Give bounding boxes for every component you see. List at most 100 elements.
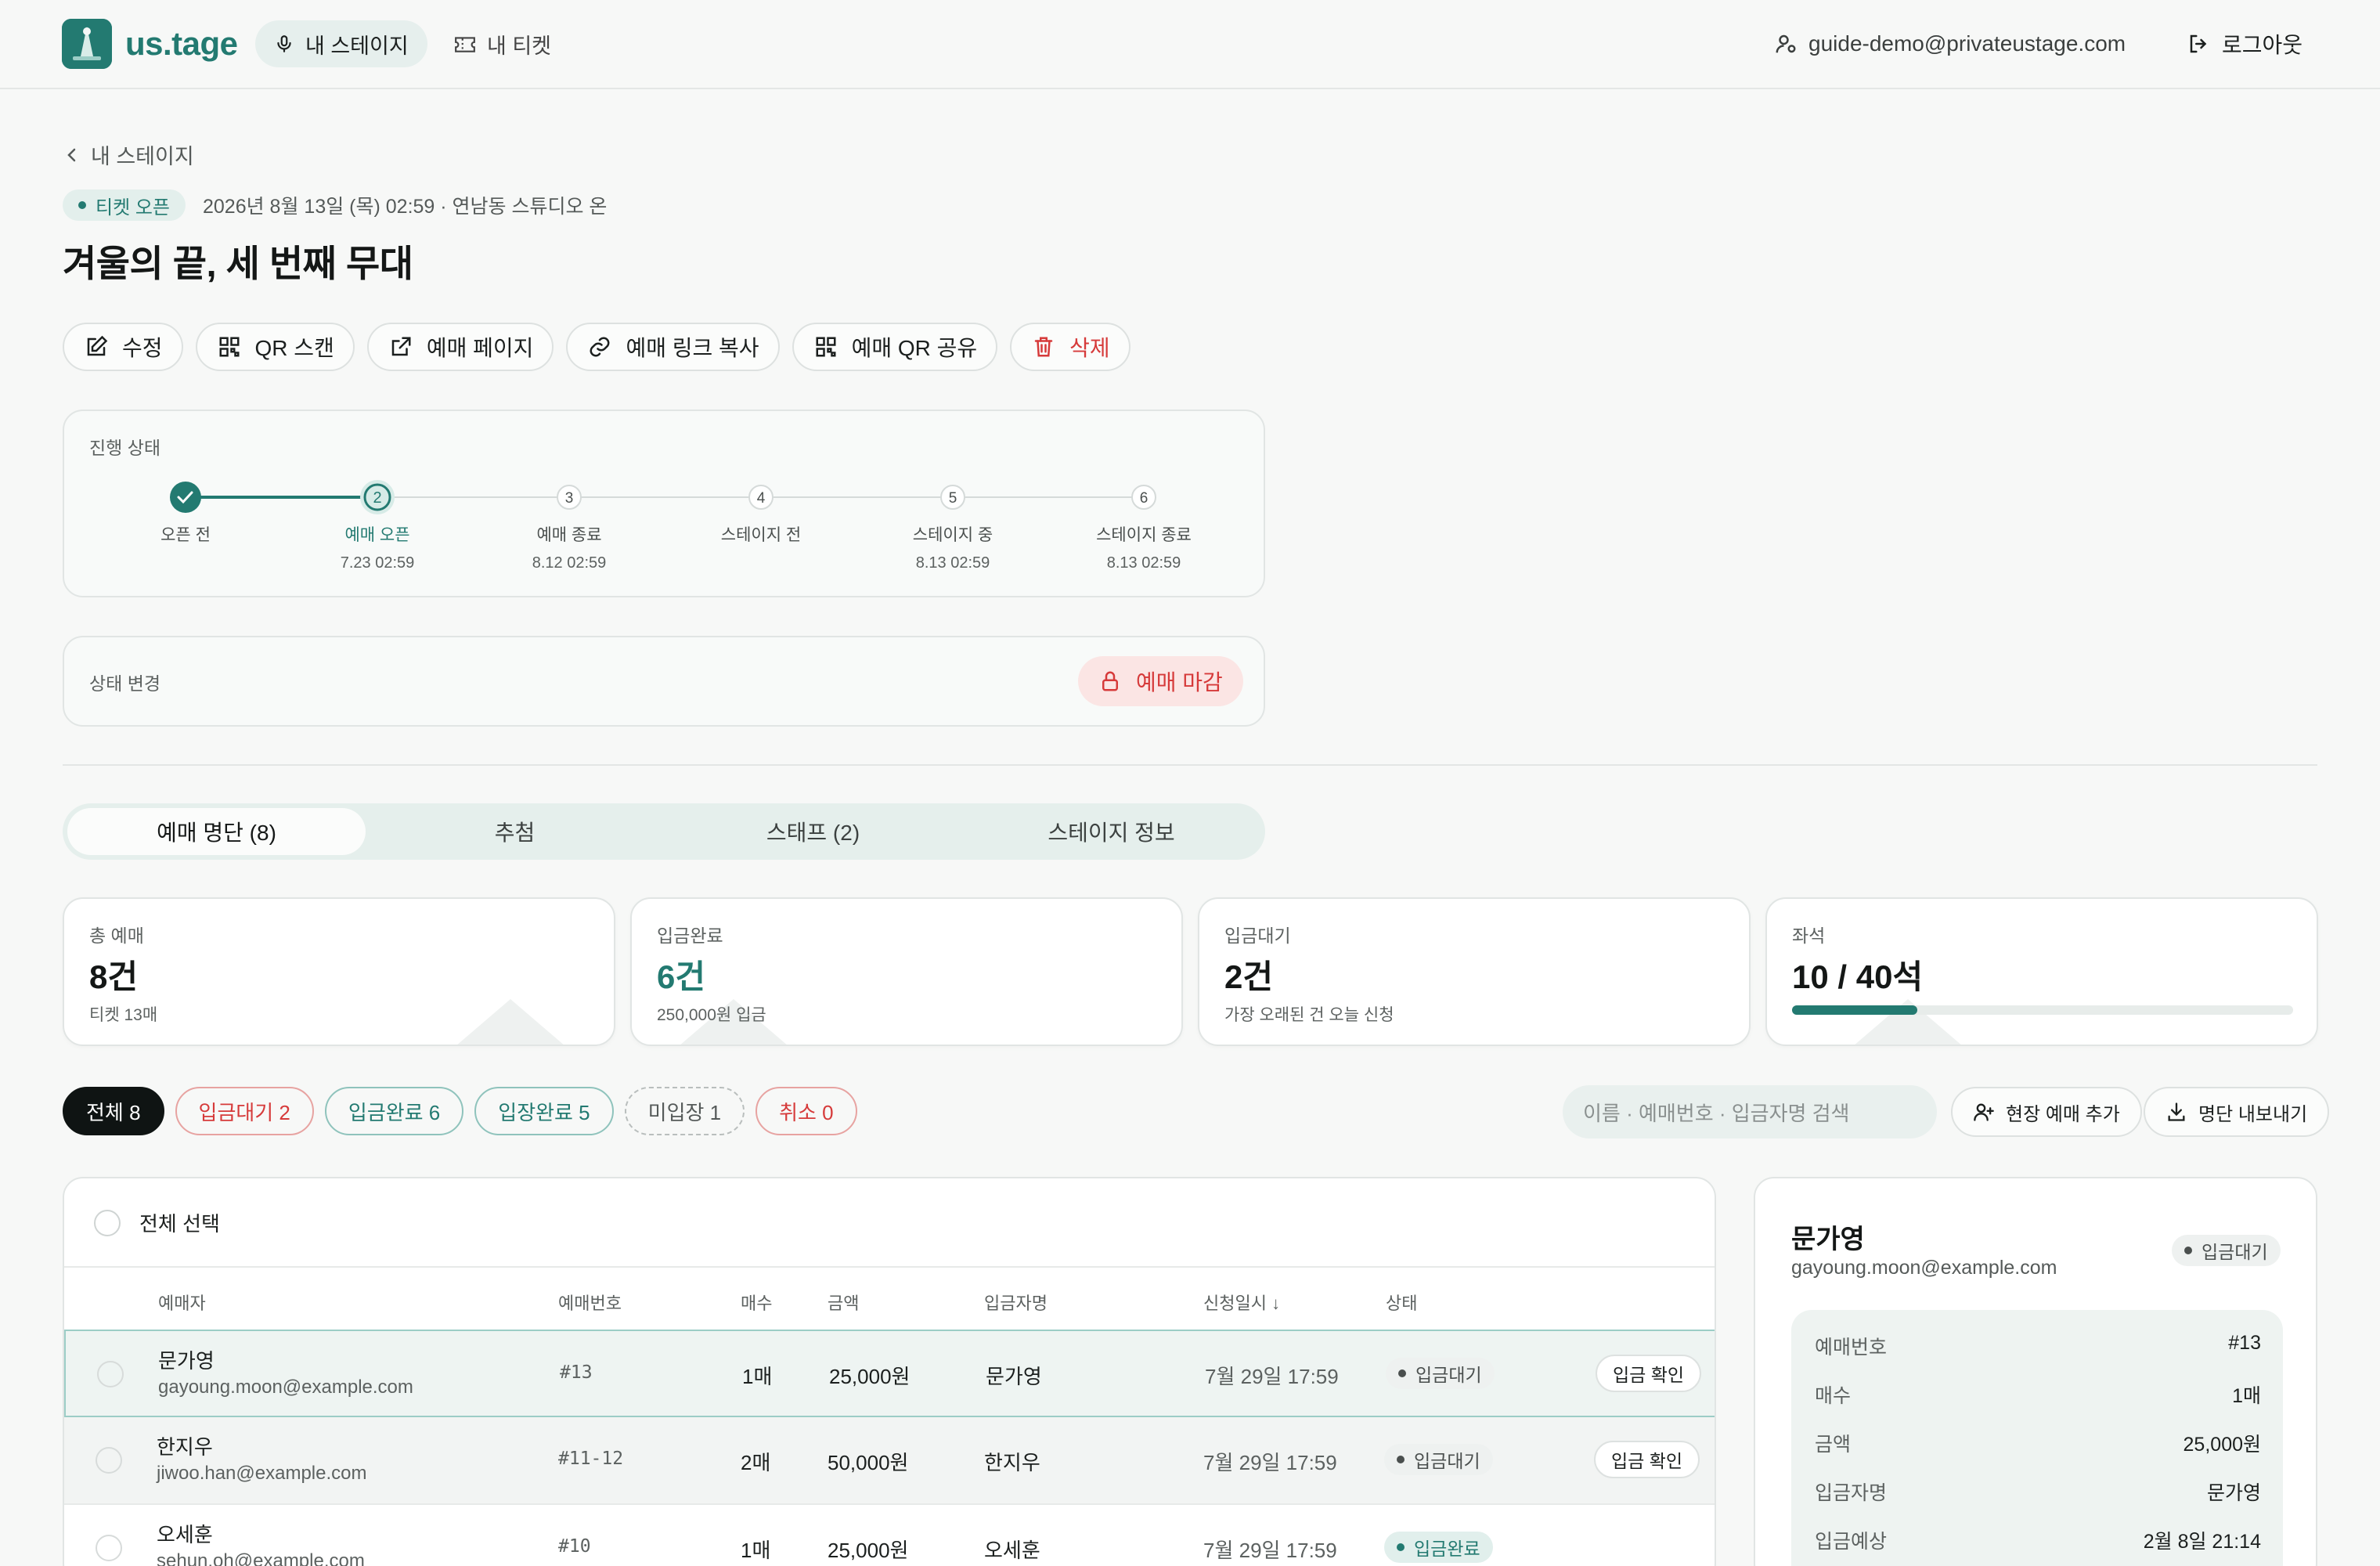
- brand-name[interactable]: us.tage: [125, 22, 238, 66]
- edit-button[interactable]: 수정: [63, 323, 183, 371]
- payer-name: 문가영: [986, 1365, 1042, 1388]
- delete-button[interactable]: 삭제: [1010, 323, 1130, 371]
- confirm-payment-button[interactable]: 입금 확인: [1596, 1355, 1702, 1392]
- detail-field-key: 예매번호: [1815, 1337, 1888, 1359]
- booking-table: 전체 선택 예매자 예매번호 매수 금액 입금자명 신청일시 ↓ 상태 문가영 …: [63, 1177, 1716, 1566]
- tab-staff[interactable]: 스태프 (2): [664, 808, 962, 855]
- step-3-date: 8.12 02:59: [532, 554, 607, 572]
- detail-field-value: 1매: [2232, 1385, 2261, 1407]
- progress-card: 진행 상태 2 3 4 5 6 오픈 전 예매 오픈 7.23 02:59 예매…: [63, 410, 1265, 597]
- tab-bar: 예매 명단 (8) 추첨 스태프 (2) 스테이지 정보: [63, 803, 1265, 860]
- amount: 50,000원: [828, 1451, 909, 1474]
- col-requested-at[interactable]: 신청일시 ↓: [1203, 1290, 1280, 1315]
- user-account[interactable]: guide-demo@privateustage.com: [1774, 20, 2126, 67]
- qty: 1매: [742, 1365, 773, 1388]
- select-all-label: 전체 선택: [139, 1212, 220, 1236]
- detail-field: 입금예상 2월 8일 21:14: [1815, 1526, 2261, 1554]
- stat-paid: 입금완료 6건 250,000원 입금: [630, 897, 1183, 1046]
- export-list-button[interactable]: 명단 내보내기: [2144, 1087, 2330, 1137]
- step-2-current: 2: [360, 480, 395, 514]
- detail-name: 문가영: [1791, 1225, 1865, 1254]
- nav-my-stage[interactable]: 내 스테이지: [255, 20, 427, 67]
- logo-icon[interactable]: [62, 19, 112, 69]
- col-qty[interactable]: 매수: [741, 1290, 772, 1315]
- booker-email: jiwoo.han@example.com: [157, 1463, 367, 1484]
- row-checkbox[interactable]: [96, 1447, 122, 1474]
- detail-status-label: 입금대기: [2202, 1242, 2268, 1262]
- stat-decoration: [456, 999, 565, 1045]
- step-4-num: 4: [757, 490, 766, 507]
- mic-icon: [274, 34, 294, 54]
- booker-name: 한지우: [157, 1435, 213, 1459]
- filter-no-show[interactable]: 미입장 1: [624, 1087, 745, 1135]
- col-booking-no[interactable]: 예매번호: [558, 1290, 622, 1315]
- qr-scan-label: QR 스캔: [254, 336, 334, 360]
- table-row[interactable]: 한지우 jiwoo.han@example.com #11-12 2매 50,0…: [64, 1417, 1715, 1505]
- table-header: 예매자 예매번호 매수 금액 입금자명 신청일시 ↓ 상태: [64, 1266, 1715, 1332]
- close-booking-button[interactable]: 예매 마감: [1078, 656, 1243, 706]
- step-1-label: 오픈 전: [160, 526, 211, 544]
- step-4: 4: [748, 485, 774, 510]
- payer-name: 오세훈: [984, 1539, 1040, 1562]
- external-link-icon: [389, 335, 413, 359]
- logout-button[interactable]: 로그아웃: [2187, 20, 2302, 67]
- status-filters: 전체 8 입금대기 2 입금완료 6 입장완료 5 미입장 1 취소 0: [63, 1087, 857, 1135]
- col-payer[interactable]: 입금자명: [984, 1290, 1048, 1315]
- detail-field-value: 2월 8일 21:14: [2143, 1531, 2261, 1553]
- step-2-date: 7.23 02:59: [340, 554, 415, 572]
- col-status[interactable]: 상태: [1386, 1290, 1417, 1315]
- requested-at: 7월 29일 17:59: [1203, 1451, 1337, 1474]
- export-label: 명단 내보내기: [2198, 1103, 2308, 1125]
- share-qr-button[interactable]: 예매 QR 공유: [792, 323, 998, 371]
- page-title: 겨울의 끝, 세 번째 무대: [63, 243, 413, 284]
- chevron-left-icon: [64, 146, 80, 164]
- confirm-payment-button[interactable]: 입금 확인: [1594, 1441, 1700, 1478]
- status-label: 입금대기: [1415, 1365, 1482, 1385]
- nav-my-stage-label: 내 스테이지: [305, 34, 409, 58]
- amount: 25,000원: [828, 1539, 909, 1562]
- col-amount[interactable]: 금액: [828, 1290, 859, 1315]
- detail-field-value: 25,000원: [2183, 1434, 2261, 1456]
- qty: 1매: [741, 1539, 771, 1562]
- qr-scan-button[interactable]: QR 스캔: [195, 323, 355, 371]
- add-onsite-booking-button[interactable]: 현장 예매 추가: [1951, 1087, 2142, 1137]
- row-checkbox[interactable]: [97, 1361, 124, 1387]
- filter-cancelled[interactable]: 취소 0: [755, 1087, 857, 1135]
- logout-icon: [2187, 32, 2211, 56]
- table-row[interactable]: 오세훈 sehun.oh@example.com #10 1매 25,000원 …: [64, 1505, 1715, 1566]
- select-all-checkbox[interactable]: [94, 1209, 121, 1236]
- detail-field: 금액 25,000원: [1815, 1429, 2261, 1457]
- status-label: 입금완료: [1414, 1539, 1480, 1559]
- booker-name: 오세훈: [157, 1523, 213, 1546]
- filter-all[interactable]: 전체 8: [63, 1087, 164, 1135]
- tab-booking-list[interactable]: 예매 명단 (8): [67, 808, 366, 855]
- copy-link-button[interactable]: 예매 링크 복사: [566, 323, 780, 371]
- booking-page-button[interactable]: 예매 페이지: [366, 323, 554, 371]
- step-6-date: 8.13 02:59: [1106, 554, 1181, 572]
- filter-paid[interactable]: 입금완료 6: [324, 1087, 464, 1135]
- search-input[interactable]: 이름 · 예매번호 · 입금자명 검색: [1563, 1085, 1937, 1138]
- booker-email: sehun.oh@example.com: [157, 1550, 365, 1566]
- nav-my-tickets-label: 내 티켓: [487, 34, 552, 58]
- select-all[interactable]: 전체 선택: [94, 1208, 220, 1237]
- status-label: 입금대기: [1414, 1451, 1480, 1471]
- qr-icon: [218, 335, 241, 359]
- detail-field-key: 입금예상: [1815, 1531, 1888, 1553]
- tab-stage-info[interactable]: 스테이지 정보: [962, 808, 1260, 855]
- filter-entered[interactable]: 입장완료 5: [474, 1087, 614, 1135]
- table-row[interactable]: 문가영 gayoung.moon@example.com #13 1매 25,0…: [64, 1330, 1715, 1417]
- step-4-label: 스테이지 전: [720, 526, 802, 544]
- tab-lottery[interactable]: 추첨: [366, 808, 664, 855]
- step-2-label: 예매 오픈: [344, 526, 410, 544]
- nav-my-tickets[interactable]: 내 티켓: [435, 20, 570, 67]
- filter-waiting[interactable]: 입금대기 2: [175, 1087, 314, 1135]
- row-checkbox[interactable]: [96, 1535, 122, 1561]
- back-link[interactable]: 내 스테이지: [64, 139, 194, 170]
- col-booker[interactable]: 예매자: [158, 1290, 206, 1315]
- close-booking-label: 예매 마감: [1136, 670, 1223, 695]
- stat-waiting-value: 2건: [1224, 958, 1273, 995]
- step-2-num: 2: [373, 489, 381, 507]
- step-5-num: 5: [949, 490, 957, 507]
- step-5-label: 스테이지 중: [912, 526, 993, 544]
- stat-paid-label: 입금완료: [657, 926, 723, 946]
